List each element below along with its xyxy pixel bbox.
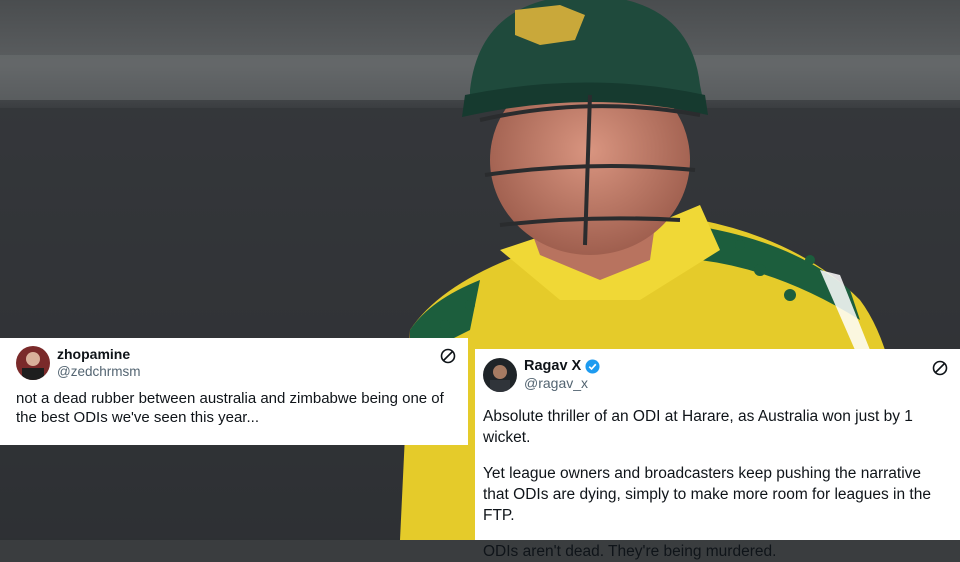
tweet-text: not a dead rubber between australia and …: [16, 389, 456, 427]
verified-badge-icon: [585, 359, 600, 374]
tweet-card: zhopamine @zedchrmsm not a dead rubber b…: [0, 338, 468, 445]
tweet-paragraph: Yet league owners and broadcasters keep …: [483, 465, 931, 524]
tweet-header: zhopamine @zedchrmsm: [16, 346, 456, 380]
handle[interactable]: @zedchrmsm: [57, 363, 140, 380]
avatar[interactable]: [16, 346, 50, 380]
x-logo-icon[interactable]: [440, 348, 456, 364]
avatar[interactable]: [483, 358, 517, 392]
tweet-header: Ragav X @ragav_x: [483, 358, 948, 392]
x-logo-icon[interactable]: [932, 360, 948, 376]
tweet-card: Ragav X @ragav_x Absolute thriller of an…: [475, 349, 960, 560]
display-name[interactable]: Ragav X: [524, 358, 581, 375]
tweet-paragraph: not a dead rubber between australia and …: [16, 390, 444, 426]
display-name[interactable]: zhopamine: [57, 346, 130, 363]
tweet-paragraph: Absolute thriller of an ODI at Harare, a…: [483, 408, 913, 446]
handle[interactable]: @ragav_x: [524, 375, 600, 392]
tweet-text: Absolute thriller of an ODI at Harare, a…: [483, 406, 948, 562]
tweet-paragraph: ODIs aren't dead. They're being murdered…: [483, 543, 777, 560]
